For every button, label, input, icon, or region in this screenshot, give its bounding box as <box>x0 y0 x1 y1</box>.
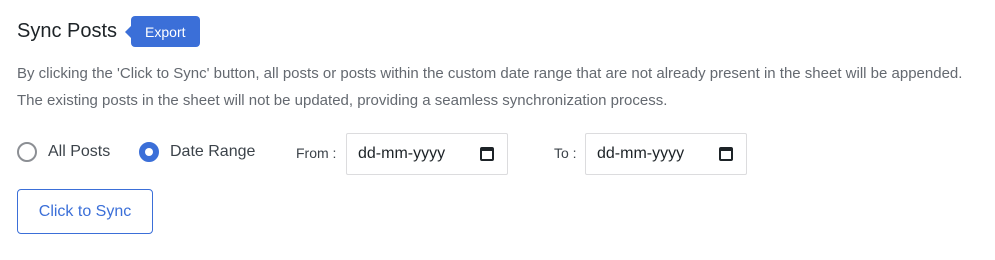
export-button[interactable]: Export <box>125 16 200 47</box>
to-label: To : <box>554 145 577 161</box>
radio-all-posts-circle[interactable] <box>17 142 37 162</box>
calendar-icon[interactable] <box>480 147 494 161</box>
click-to-sync-button[interactable]: Click to Sync <box>17 189 153 234</box>
calendar-icon[interactable] <box>719 147 733 161</box>
radio-date-range-circle[interactable] <box>139 142 159 162</box>
radio-date-range-label[interactable]: Date Range <box>170 143 255 161</box>
radio-date-range[interactable]: Date Range <box>139 142 255 162</box>
from-date-value[interactable]: dd-mm-yyyy <box>358 145 480 163</box>
sync-posts-panel: Sync Posts Export By clicking the 'Click… <box>0 0 995 260</box>
radio-all-posts-label[interactable]: All Posts <box>48 143 110 161</box>
to-date-value[interactable]: dd-mm-yyyy <box>597 145 719 163</box>
to-date-input[interactable]: dd-mm-yyyy <box>585 133 747 175</box>
radio-all-posts[interactable]: All Posts <box>17 142 110 162</box>
sync-controls: All Posts Date Range From : dd-mm-yyyy T… <box>17 133 977 175</box>
from-label: From : <box>296 145 337 161</box>
title-row: Sync Posts Export <box>17 16 200 47</box>
page-title: Sync Posts <box>17 20 118 42</box>
sync-description: By clicking the 'Click to Sync' button, … <box>17 65 963 109</box>
from-date-input[interactable]: dd-mm-yyyy <box>346 133 508 175</box>
